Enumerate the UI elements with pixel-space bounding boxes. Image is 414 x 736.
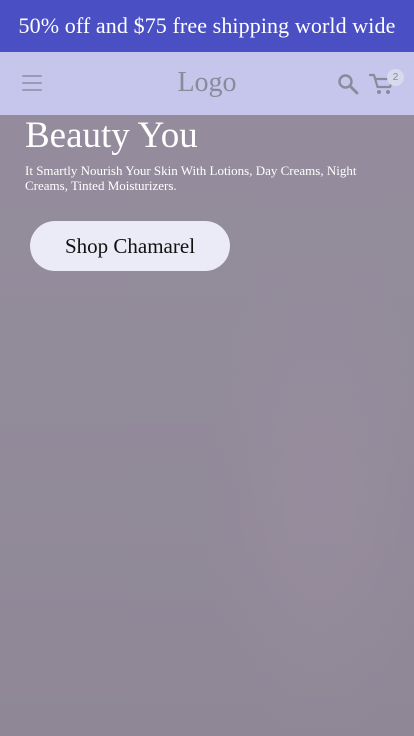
hero-subtitle: It Smartly Nourish Your Skin With Lotion…	[25, 163, 357, 193]
search-icon[interactable]	[337, 73, 359, 95]
hero-banner: Beauty You It Smartly Nourish Your Skin …	[0, 115, 414, 736]
site-header: Logo 2	[0, 52, 414, 115]
shop-chamarel-button[interactable]: Shop Chamarel	[30, 221, 230, 271]
announcement-text: 50% off and $75 free shipping world wide	[18, 13, 396, 38]
hero-title: Beauty You	[25, 115, 198, 156]
cart-count-badge: 2	[387, 69, 404, 86]
announcement-bar: 50% off and $75 free shipping world wide	[0, 0, 414, 52]
